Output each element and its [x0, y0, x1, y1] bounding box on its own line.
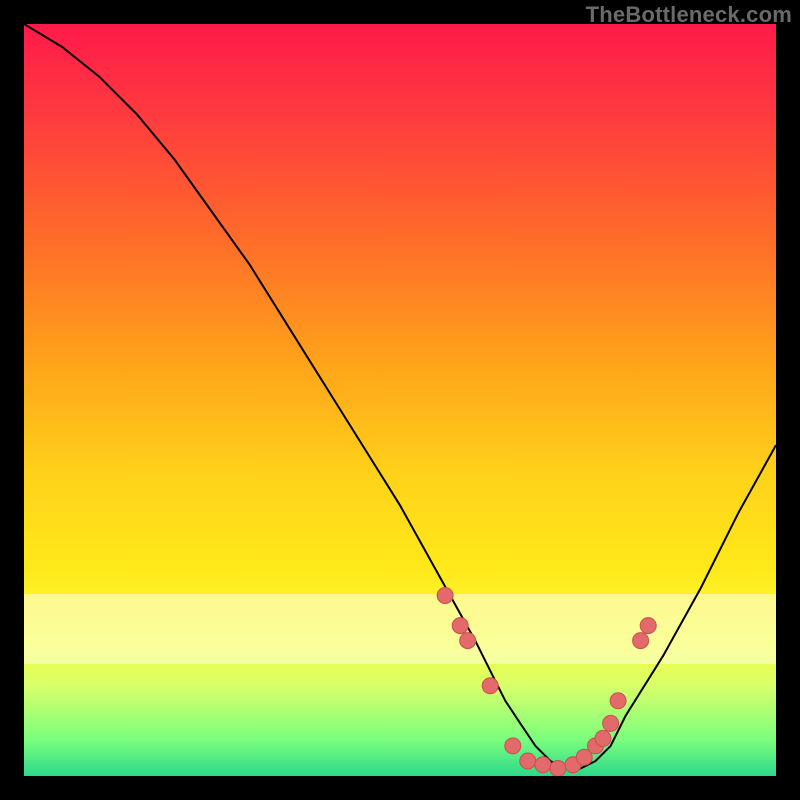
data-point: [633, 633, 649, 649]
chart-plot-area: [24, 24, 776, 776]
data-point: [437, 588, 453, 604]
data-point: [550, 761, 566, 777]
data-point: [603, 715, 619, 731]
chart-frame: TheBottleneck.com: [0, 0, 800, 800]
chart-svg: [24, 24, 776, 776]
data-point: [610, 693, 626, 709]
watermark-text: TheBottleneck.com: [586, 2, 792, 28]
data-point: [505, 738, 521, 754]
curve-path: [24, 24, 776, 769]
data-point: [535, 757, 551, 773]
data-point: [460, 633, 476, 649]
data-point: [452, 618, 468, 634]
data-point: [640, 618, 656, 634]
data-point: [482, 678, 498, 694]
data-point: [595, 730, 611, 746]
data-point: [520, 753, 536, 769]
